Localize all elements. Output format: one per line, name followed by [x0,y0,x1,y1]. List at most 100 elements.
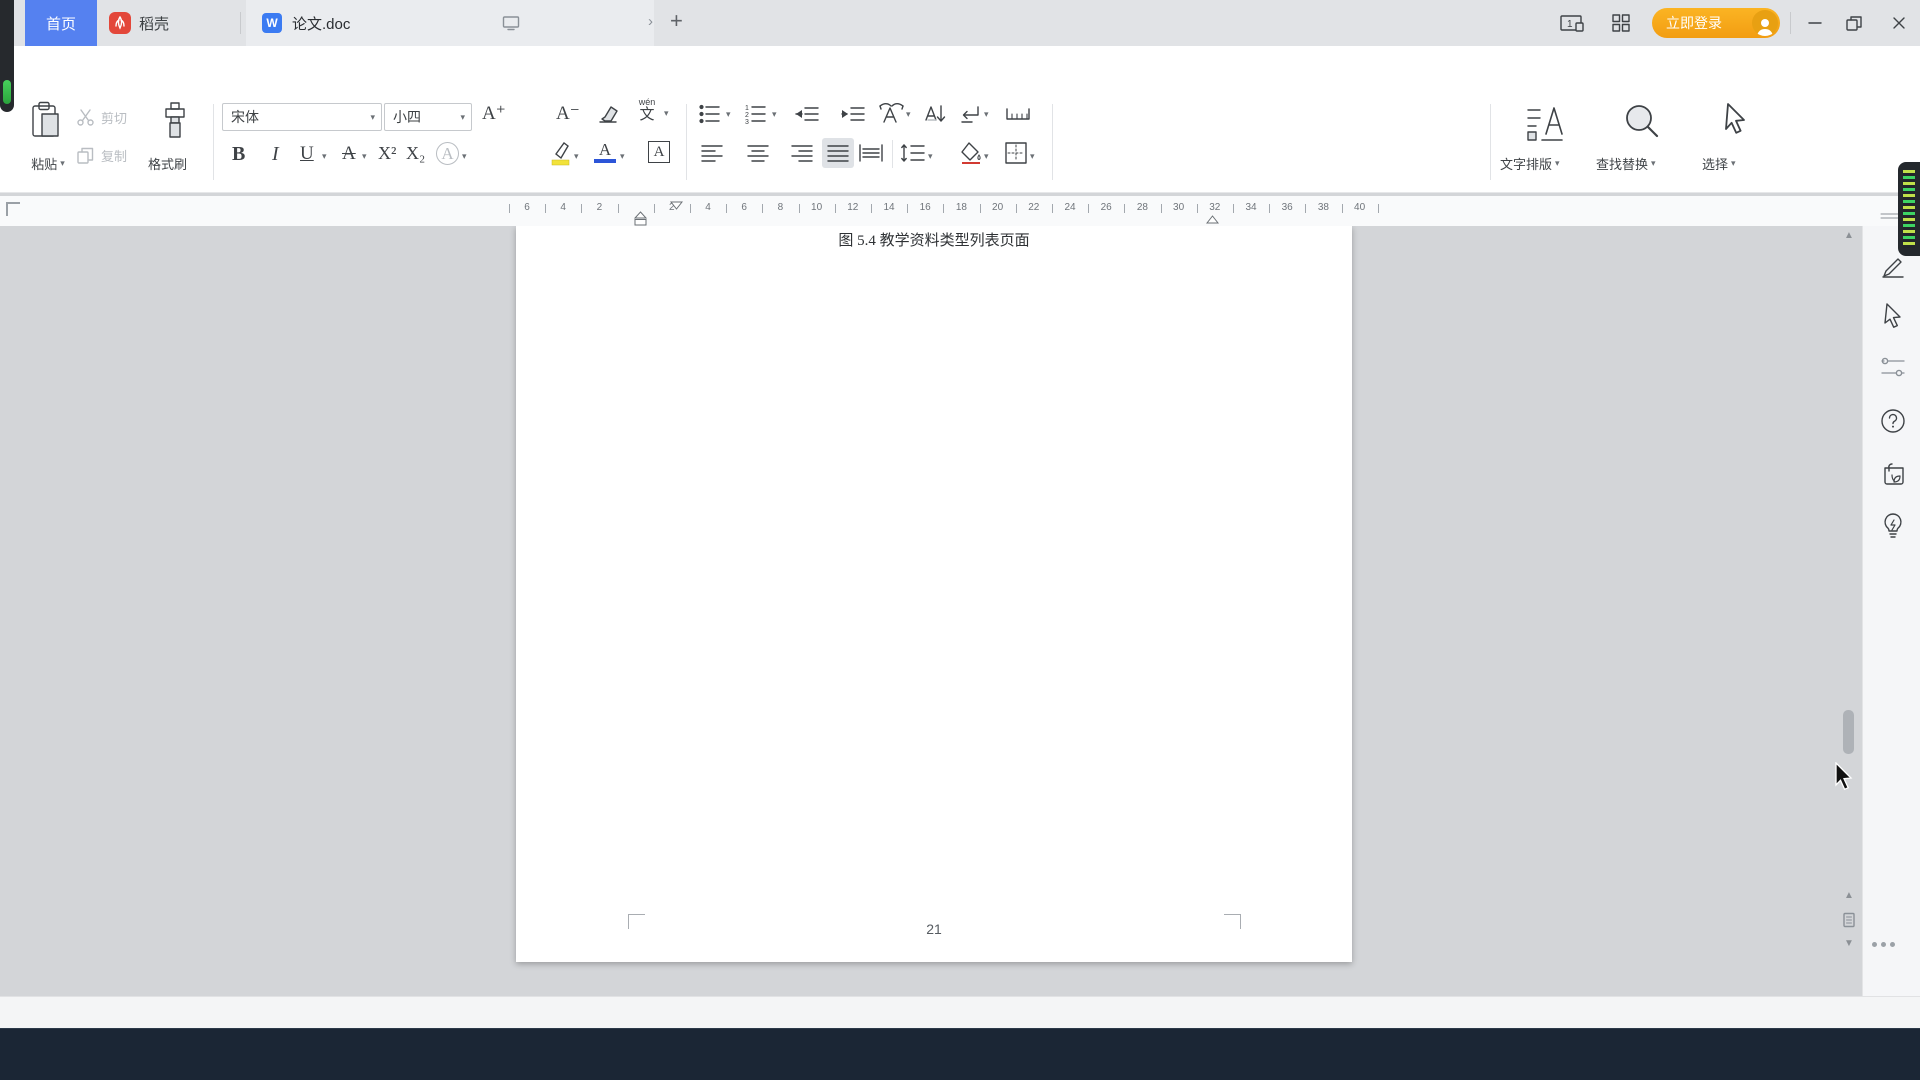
writer-doc-icon: W [262,13,282,33]
select-tool-icon[interactable] [1718,101,1752,148]
strikethrough-dropdown[interactable]: ▾ [362,151,367,162]
tab-overflow-chevron[interactable]: › [648,13,653,30]
char-effects-dropdown[interactable]: ▾ [462,151,467,162]
format-painter-icon[interactable] [158,100,192,142]
text-layout-button[interactable]: 文字排版 ▾ [1500,154,1560,173]
font-color-button[interactable]: A [594,141,616,163]
font-color-swatch [594,159,616,163]
pinyin-guide-button[interactable]: wén 文 [634,98,660,123]
show-marks-button[interactable] [958,103,982,125]
paste-label: 粘贴 [31,157,58,172]
scroll-up-arrow[interactable]: ▲ [1844,230,1854,241]
shading-button[interactable] [958,141,984,170]
find-replace-label: 查找替换 [1596,157,1649,172]
subscript-button[interactable]: X₂ [406,143,425,164]
next-page-button[interactable]: ▼ [1844,938,1854,949]
close-button[interactable] [1890,14,1908,32]
small-divider [892,140,893,168]
borders-button[interactable] [1004,141,1028,165]
borders-dropdown[interactable]: ▾ [1030,151,1035,162]
minimize-button[interactable] [1806,14,1824,32]
align-left-button[interactable] [700,144,724,162]
decrease-font-button[interactable]: A⁻ [556,102,580,125]
bold-button[interactable]: B [232,143,245,166]
titlebar-divider [1790,12,1791,34]
tab-home[interactable]: 首页 [25,0,97,46]
docked-widget[interactable] [0,0,14,112]
horizontal-ruler[interactable]: 6 4 2 2 4 6 8 10 12 14 16 18 20 22 24 26 28 30 32 34 36 38 40 [0,196,1920,227]
paste-icon[interactable] [28,100,64,142]
login-button[interactable]: 立即登录 [1652,8,1780,38]
pinyin-dropdown[interactable]: ▾ [664,108,669,119]
first-line-indent-marker[interactable] [669,197,684,215]
sidebar-more-dots[interactable] [1872,942,1895,947]
char-effects-button[interactable]: A [436,142,459,165]
show-marks-dropdown[interactable]: ▾ [984,109,989,120]
increase-indent-button[interactable] [840,103,866,125]
highlight-color-button[interactable] [548,140,572,171]
document-area[interactable]: 图 5.4 教学资料类型列表页面 21 ▲ ▲ ▼ [0,226,1920,996]
increase-font-button[interactable]: A⁺ [482,102,506,125]
skin-widget[interactable] [1898,162,1920,256]
underline-button[interactable]: U [300,143,314,165]
select-browse-object-button[interactable] [1842,912,1856,928]
cut-button[interactable]: 剪切 [76,108,127,127]
tab-document[interactable]: W 论文.doc [246,0,654,46]
select-tool-button[interactable]: 选择 ▾ [1702,154,1736,173]
sidebar-annotate-icon[interactable] [1880,254,1906,280]
distribute-button[interactable] [858,144,884,162]
numbered-list-dropdown[interactable]: ▾ [772,109,777,120]
superscript-button[interactable]: X² [378,143,396,164]
previous-page-button[interactable]: ▲ [1844,890,1854,901]
document-page[interactable]: 图 5.4 教学资料类型列表页面 21 [516,226,1352,962]
find-replace-button[interactable]: 查找替换 ▾ [1596,154,1656,173]
highlight-dropdown[interactable]: ▾ [574,151,579,162]
char-scale-dropdown[interactable]: ▾ [906,109,911,120]
sort-button[interactable] [922,102,948,126]
find-replace-dropdown: ▾ [1651,158,1656,168]
underline-dropdown[interactable]: ▾ [322,151,327,162]
ruler-corner-icon[interactable] [6,202,20,216]
bullet-list-dropdown[interactable]: ▾ [726,109,731,120]
docked-widget-indicator [3,80,11,104]
avatar [1752,10,1778,36]
sidebar-skin-shop-icon[interactable] [1880,460,1908,488]
clear-format-icon[interactable] [596,103,620,125]
char-border-button[interactable]: A [648,141,670,163]
new-tab-button[interactable]: + [670,8,683,34]
skin-widget-stripes [1903,170,1915,248]
copy-button[interactable]: 复制 [76,146,127,165]
scrollbar-thumb[interactable] [1843,710,1854,754]
justify-button[interactable] [822,138,854,168]
sidebar-help-icon[interactable] [1880,408,1906,434]
text-layout-icon[interactable] [1526,102,1564,142]
shading-dropdown[interactable]: ▾ [984,151,989,162]
find-replace-icon[interactable] [1620,100,1662,149]
cast-screen-icon[interactable] [502,15,520,31]
sidebar-select-icon[interactable] [1880,302,1906,330]
align-center-button[interactable] [746,144,770,162]
font-size-combo[interactable]: 小四 ▾ [384,103,472,131]
italic-button[interactable]: I [272,143,279,166]
format-painter-button[interactable]: 格式刷 [148,154,187,173]
numbered-list-button[interactable]: 123 [744,103,768,125]
sidebar-adjust-icon[interactable] [1880,356,1906,378]
sidebar-quick-tools-icon[interactable] [1880,512,1906,540]
workspace-grid-icon[interactable] [1612,14,1630,32]
tab-ruler-button[interactable] [1004,103,1032,125]
line-spacing-dropdown[interactable]: ▾ [928,151,933,162]
char-scale-button[interactable] [878,102,906,126]
decrease-indent-button[interactable] [794,103,820,125]
align-right-button[interactable] [790,144,814,162]
line-spacing-button[interactable] [900,142,926,164]
bullet-list-button[interactable] [698,103,722,125]
svg-text:1: 1 [745,105,749,112]
strikethrough-button[interactable]: A [342,143,356,165]
multi-window-icon[interactable]: 1 [1560,14,1586,32]
font-name-combo[interactable]: 宋体 ▾ [222,103,382,131]
tab-document-label: 论文.doc [292,15,351,33]
paste-button[interactable]: 粘贴 ▾ [22,154,74,173]
font-color-dropdown[interactable]: ▾ [620,151,625,162]
tab-docer[interactable]: 稻壳 [97,0,227,46]
restore-button[interactable] [1845,14,1863,32]
